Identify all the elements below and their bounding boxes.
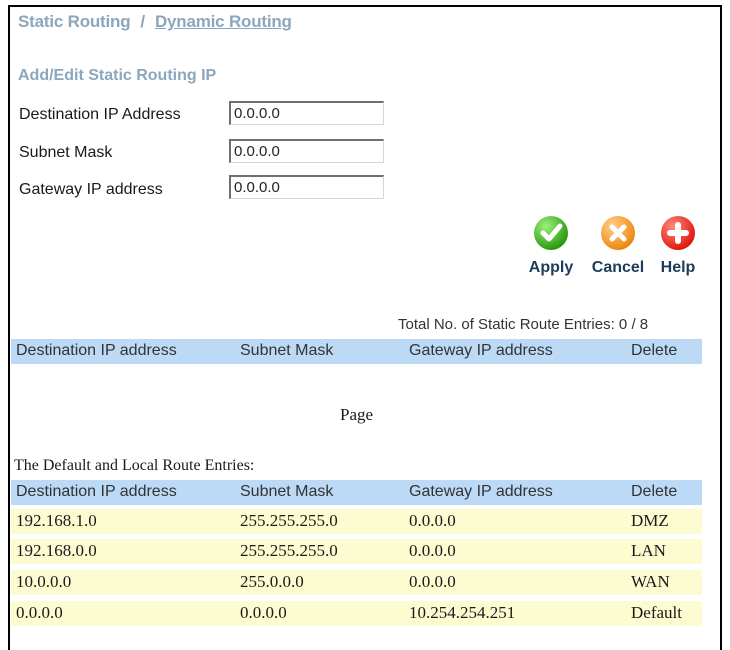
col-destination: Destination IP address bbox=[16, 342, 177, 359]
table-row: 0.0.0.0 0.0.0.0 10.254.254.251 Default bbox=[11, 601, 702, 626]
subnet-cell: 0.0.0.0 bbox=[240, 603, 287, 622]
table-row: 192.168.1.0 255.255.255.0 0.0.0.0 DMZ bbox=[11, 509, 702, 534]
check-icon bbox=[534, 216, 568, 250]
subnet-mask-label: Subnet Mask bbox=[19, 144, 113, 161]
destination-ip-label: Destination IP Address bbox=[19, 106, 181, 123]
default-routes-header: Destination IP address Subnet Mask Gatew… bbox=[11, 480, 702, 505]
gateway-ip-input[interactable] bbox=[229, 175, 384, 199]
dynamic-routing-link[interactable]: Dynamic Routing bbox=[155, 12, 292, 31]
x-icon bbox=[601, 216, 635, 250]
destination-cell: 0.0.0.0 bbox=[16, 603, 63, 622]
plus-icon bbox=[661, 216, 695, 250]
col-delete: Delete bbox=[631, 483, 678, 500]
table-row: 192.168.0.0 255.255.255.0 0.0.0.0 LAN bbox=[11, 539, 702, 564]
page-label: Page bbox=[340, 405, 374, 424]
destination-ip-input[interactable] bbox=[229, 101, 384, 125]
gateway-ip-label: Gateway IP address bbox=[19, 181, 163, 198]
subnet-cell: 255.255.255.0 bbox=[240, 511, 338, 530]
cancel-label: Cancel bbox=[591, 259, 645, 276]
static-route-count: Total No. of Static Route Entries: 0 / 8 bbox=[398, 316, 649, 333]
gateway-cell: 0.0.0.0 bbox=[409, 572, 456, 591]
subnet-mask-input[interactable] bbox=[229, 139, 384, 163]
apply-button[interactable]: Apply bbox=[524, 216, 578, 277]
subnet-cell: 255.0.0.0 bbox=[240, 572, 304, 591]
nav-separator: / bbox=[140, 12, 145, 31]
cancel-button[interactable]: Cancel bbox=[587, 216, 649, 277]
col-subnet-mask: Subnet Mask bbox=[240, 342, 334, 359]
col-delete: Delete bbox=[631, 342, 678, 359]
gateway-cell: 0.0.0.0 bbox=[409, 541, 456, 560]
apply-label: Apply bbox=[528, 259, 574, 276]
route-type-cell: LAN bbox=[631, 541, 666, 560]
static-routes-header: Destination IP address Subnet Mask Gatew… bbox=[11, 339, 702, 364]
subnet-cell: 255.255.255.0 bbox=[240, 541, 338, 560]
destination-cell: 192.168.1.0 bbox=[16, 511, 97, 530]
static-routing-label: Static Routing bbox=[18, 12, 131, 31]
destination-cell: 10.0.0.0 bbox=[16, 572, 72, 591]
route-type-cell: DMZ bbox=[631, 511, 669, 530]
routing-nav: Static Routing / Dynamic Routing bbox=[18, 12, 292, 32]
add-edit-title: Add/Edit Static Routing IP bbox=[18, 67, 217, 84]
col-subnet-mask: Subnet Mask bbox=[240, 483, 334, 500]
help-button[interactable]: Help bbox=[655, 216, 701, 277]
route-type-cell: WAN bbox=[631, 572, 670, 591]
gateway-cell: 0.0.0.0 bbox=[409, 511, 456, 530]
col-destination: Destination IP address bbox=[16, 483, 177, 500]
gateway-cell: 10.254.254.251 bbox=[409, 603, 516, 622]
help-label: Help bbox=[660, 259, 696, 276]
col-gateway: Gateway IP address bbox=[409, 483, 553, 500]
destination-cell: 192.168.0.0 bbox=[16, 541, 97, 560]
col-gateway: Gateway IP address bbox=[409, 342, 553, 359]
default-routes-title: The Default and Local Route Entries: bbox=[14, 457, 255, 474]
route-type-cell: Default bbox=[631, 603, 682, 622]
table-row: 10.0.0.0 255.0.0.0 0.0.0.0 WAN bbox=[11, 570, 702, 595]
